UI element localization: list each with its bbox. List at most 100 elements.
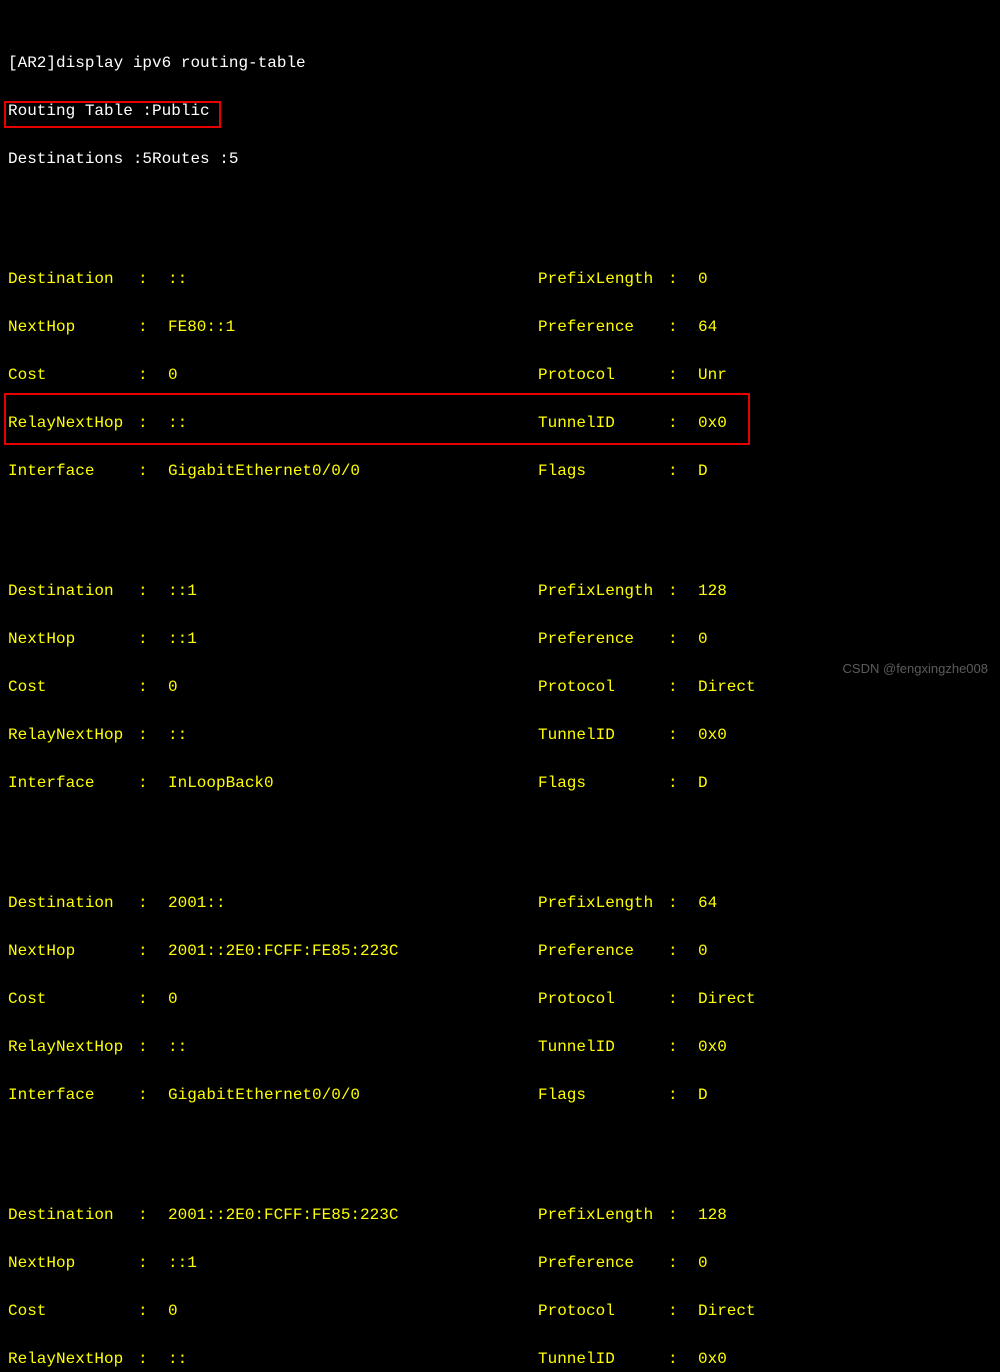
interface-label: Interface [8,771,138,795]
table-row: Destination:::PrefixLength:0 [8,267,992,291]
watermark-text: CSDN @fengxingzhe008 [843,659,988,679]
table-row: NextHop:2001::2E0:FCFF:FE85:223CPreferen… [8,939,992,963]
interface-label: Interface [8,459,138,483]
cost-label: Cost [8,675,138,699]
terminal-output: [AR2]display ipv6 routing-table Routing … [0,0,1000,1372]
tunnelid-value: 0x0 [698,723,727,747]
cost-label: Cost [8,987,138,1011]
nexthop-label: NextHop [8,315,138,339]
summary-line: Destinations : 5 Routes : 5 [8,147,992,171]
tunnelid-value: 0x0 [698,411,727,435]
flags-label: Flags [538,1083,668,1107]
protocol-label: Protocol [538,363,668,387]
preference-value: 0 [698,1251,708,1275]
prefixlength-value: 64 [698,891,717,915]
prefixlength-label: PrefixLength [538,891,668,915]
protocol-label: Protocol [538,987,668,1011]
tunnelid-label: TunnelID [538,1347,668,1371]
prefixlength-label: PrefixLength [538,1203,668,1227]
routing-table-value: Public [152,99,210,123]
tunnelid-label: TunnelID [538,1035,668,1059]
table-row: Cost:0Protocol:Direct [8,675,992,699]
nexthop-value: 2001::2E0:FCFF:FE85:223C [168,939,538,963]
protocol-label: Protocol [538,1299,668,1323]
table-row: NextHop:::1Preference:0 [8,627,992,651]
cost-value: 0 [168,363,538,387]
relaynexthop-value: :: [168,1347,538,1371]
table-row: Cost:0Protocol:Unr [8,363,992,387]
flags-label: Flags [538,459,668,483]
protocol-value: Unr [698,363,727,387]
destination-value: :: [168,267,538,291]
destinations-count: 5 [142,147,152,171]
preference-label: Preference [538,315,668,339]
destination-label: Destination [8,891,138,915]
table-row: Destination:::1PrefixLength:128 [8,579,992,603]
protocol-value: Direct [698,675,756,699]
interface-value: GigabitEthernet0/0/0 [168,459,538,483]
protocol-value: Direct [698,987,756,1011]
blank-line [8,195,992,219]
tunnelid-value: 0x0 [698,1035,727,1059]
flags-value: D [698,771,708,795]
destination-label: Destination [8,1203,138,1227]
cost-label: Cost [8,363,138,387]
table-row: Destination:2001::2E0:FCFF:FE85:223CPref… [8,1203,992,1227]
command-text: display ipv6 routing-table [56,51,306,75]
table-row: Interface:InLoopBack0Flags:D [8,771,992,795]
prefixlength-value: 128 [698,579,727,603]
relaynexthop-value: :: [168,1035,538,1059]
blank-line [8,507,992,531]
table-row: RelayNextHop:::TunnelID:0x0 [8,1347,992,1371]
preference-value: 0 [698,627,708,651]
preference-label: Preference [538,1251,668,1275]
tunnelid-label: TunnelID [538,411,668,435]
tunnelid-value: 0x0 [698,1347,727,1371]
preference-label: Preference [538,939,668,963]
table-row: Cost:0Protocol:Direct [8,1299,992,1323]
preference-value: 64 [698,315,717,339]
relaynexthop-label: RelayNextHop [8,723,138,747]
table-row: Destination:2001::PrefixLength:64 [8,891,992,915]
nexthop-value: FE80::1 [168,315,538,339]
flags-value: D [698,1083,708,1107]
table-header: Routing Table : Public [8,99,992,123]
blank-line [8,1131,992,1155]
prefixlength-label: PrefixLength [538,267,668,291]
relaynexthop-label: RelayNextHop [8,1035,138,1059]
cost-label: Cost [8,1299,138,1323]
cost-value: 0 [168,987,538,1011]
prefixlength-value: 128 [698,1203,727,1227]
nexthop-value: ::1 [168,627,538,651]
nexthop-label: NextHop [8,939,138,963]
interface-value: GigabitEthernet0/0/0 [168,1083,538,1107]
protocol-label: Protocol [538,675,668,699]
table-row: Interface:GigabitEthernet0/0/0Flags:D [8,1083,992,1107]
prefixlength-value: 0 [698,267,708,291]
nexthop-value: ::1 [168,1251,538,1275]
routes-label: Routes : [152,147,229,171]
destinations-label: Destinations : [8,147,142,171]
table-row: Interface:GigabitEthernet0/0/0Flags:D [8,459,992,483]
routing-table-label: Routing Table : [8,99,152,123]
cost-value: 0 [168,1299,538,1323]
nexthop-label: NextHop [8,1251,138,1275]
blank-line [8,819,992,843]
prefixlength-label: PrefixLength [538,579,668,603]
destination-value: ::1 [168,579,538,603]
flags-label: Flags [538,771,668,795]
destination-label: Destination [8,267,138,291]
relaynexthop-value: :: [168,411,538,435]
routes-count: 5 [229,147,239,171]
table-row: RelayNextHop:::TunnelID:0x0 [8,411,992,435]
destination-value: 2001::2E0:FCFF:FE85:223C [168,1203,538,1227]
nexthop-label: NextHop [8,627,138,651]
destination-value: 2001:: [168,891,538,915]
preference-value: 0 [698,939,708,963]
relaynexthop-label: RelayNextHop [8,411,138,435]
prompt-prefix: [AR2] [8,51,56,75]
table-row: NextHop:FE80::1Preference:64 [8,315,992,339]
relaynexthop-value: :: [168,723,538,747]
protocol-value: Direct [698,1299,756,1323]
preference-label: Preference [538,627,668,651]
